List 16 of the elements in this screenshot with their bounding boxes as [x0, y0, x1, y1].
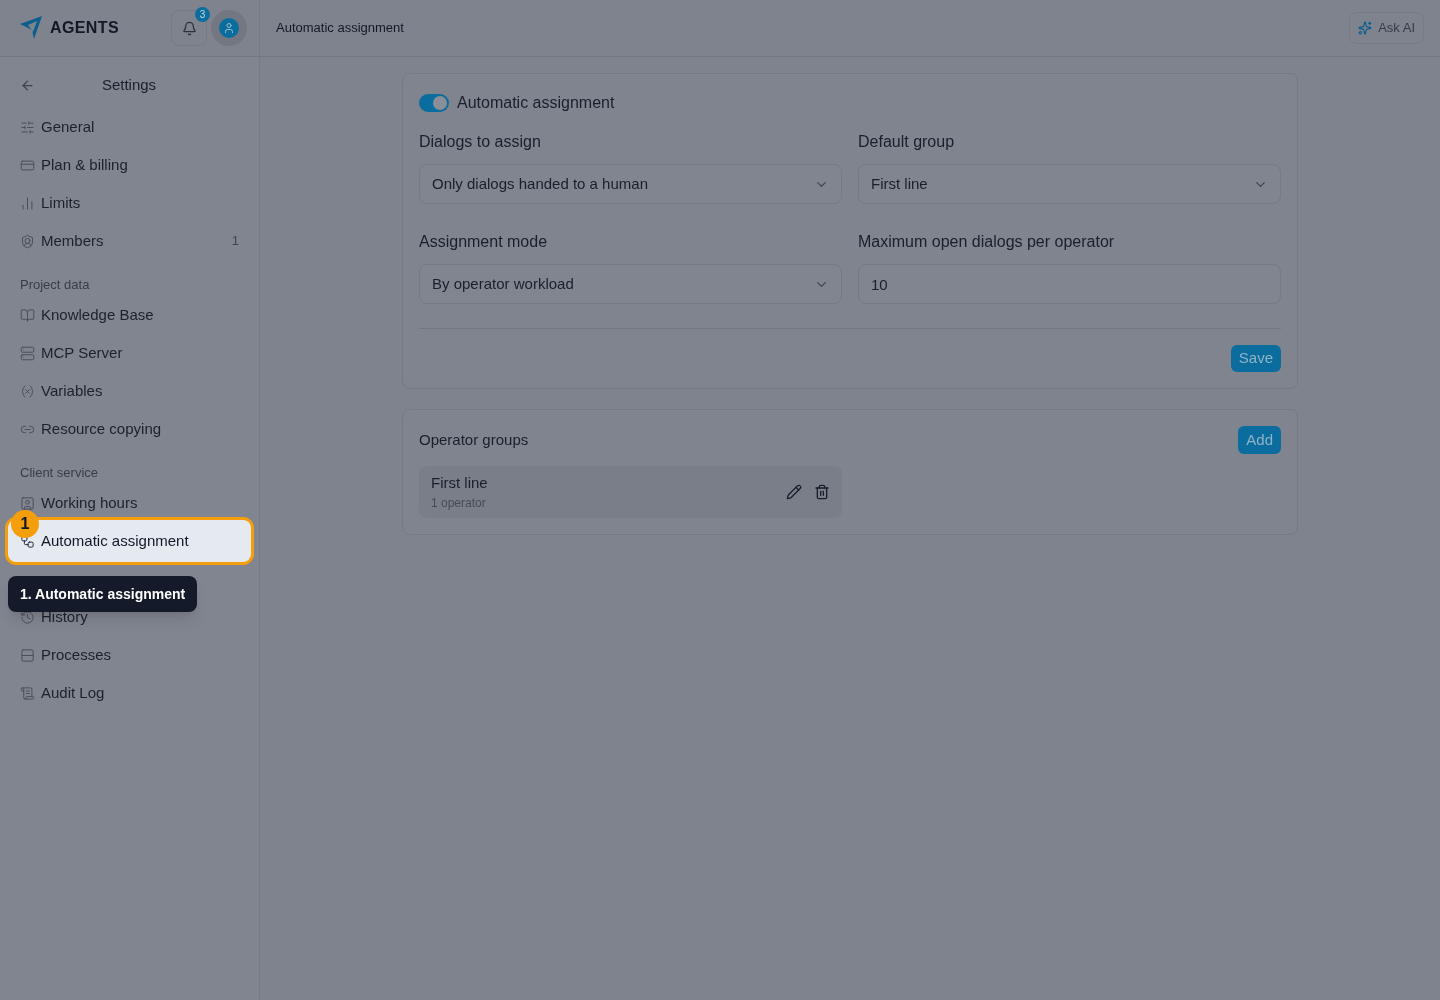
step-badge-tooltip: 1 — [11, 510, 39, 538]
field-label: Assignment mode — [419, 232, 549, 252]
card-title: Operator groups — [419, 429, 530, 450]
notification-count: 3 — [195, 7, 210, 22]
brand-name: AGENTS — [50, 18, 120, 38]
field-label: Maximum open dialogs per operator — [858, 232, 1116, 252]
tour-tooltip: 1. Automatic assignment — [8, 576, 198, 612]
group-name: First line — [431, 472, 489, 493]
field-label: Default group — [858, 132, 956, 152]
item-count: 1 — [231, 232, 239, 251]
section-heading: Project data — [20, 275, 90, 294]
sidebar-title: Settings — [100, 74, 158, 95]
section-heading: Client service — [20, 463, 99, 482]
breadcrumb: Automatic assignment — [276, 19, 404, 38]
toggle-label: Automatic assignment — [457, 93, 615, 113]
field-label: Dialogs to assign — [419, 132, 542, 152]
